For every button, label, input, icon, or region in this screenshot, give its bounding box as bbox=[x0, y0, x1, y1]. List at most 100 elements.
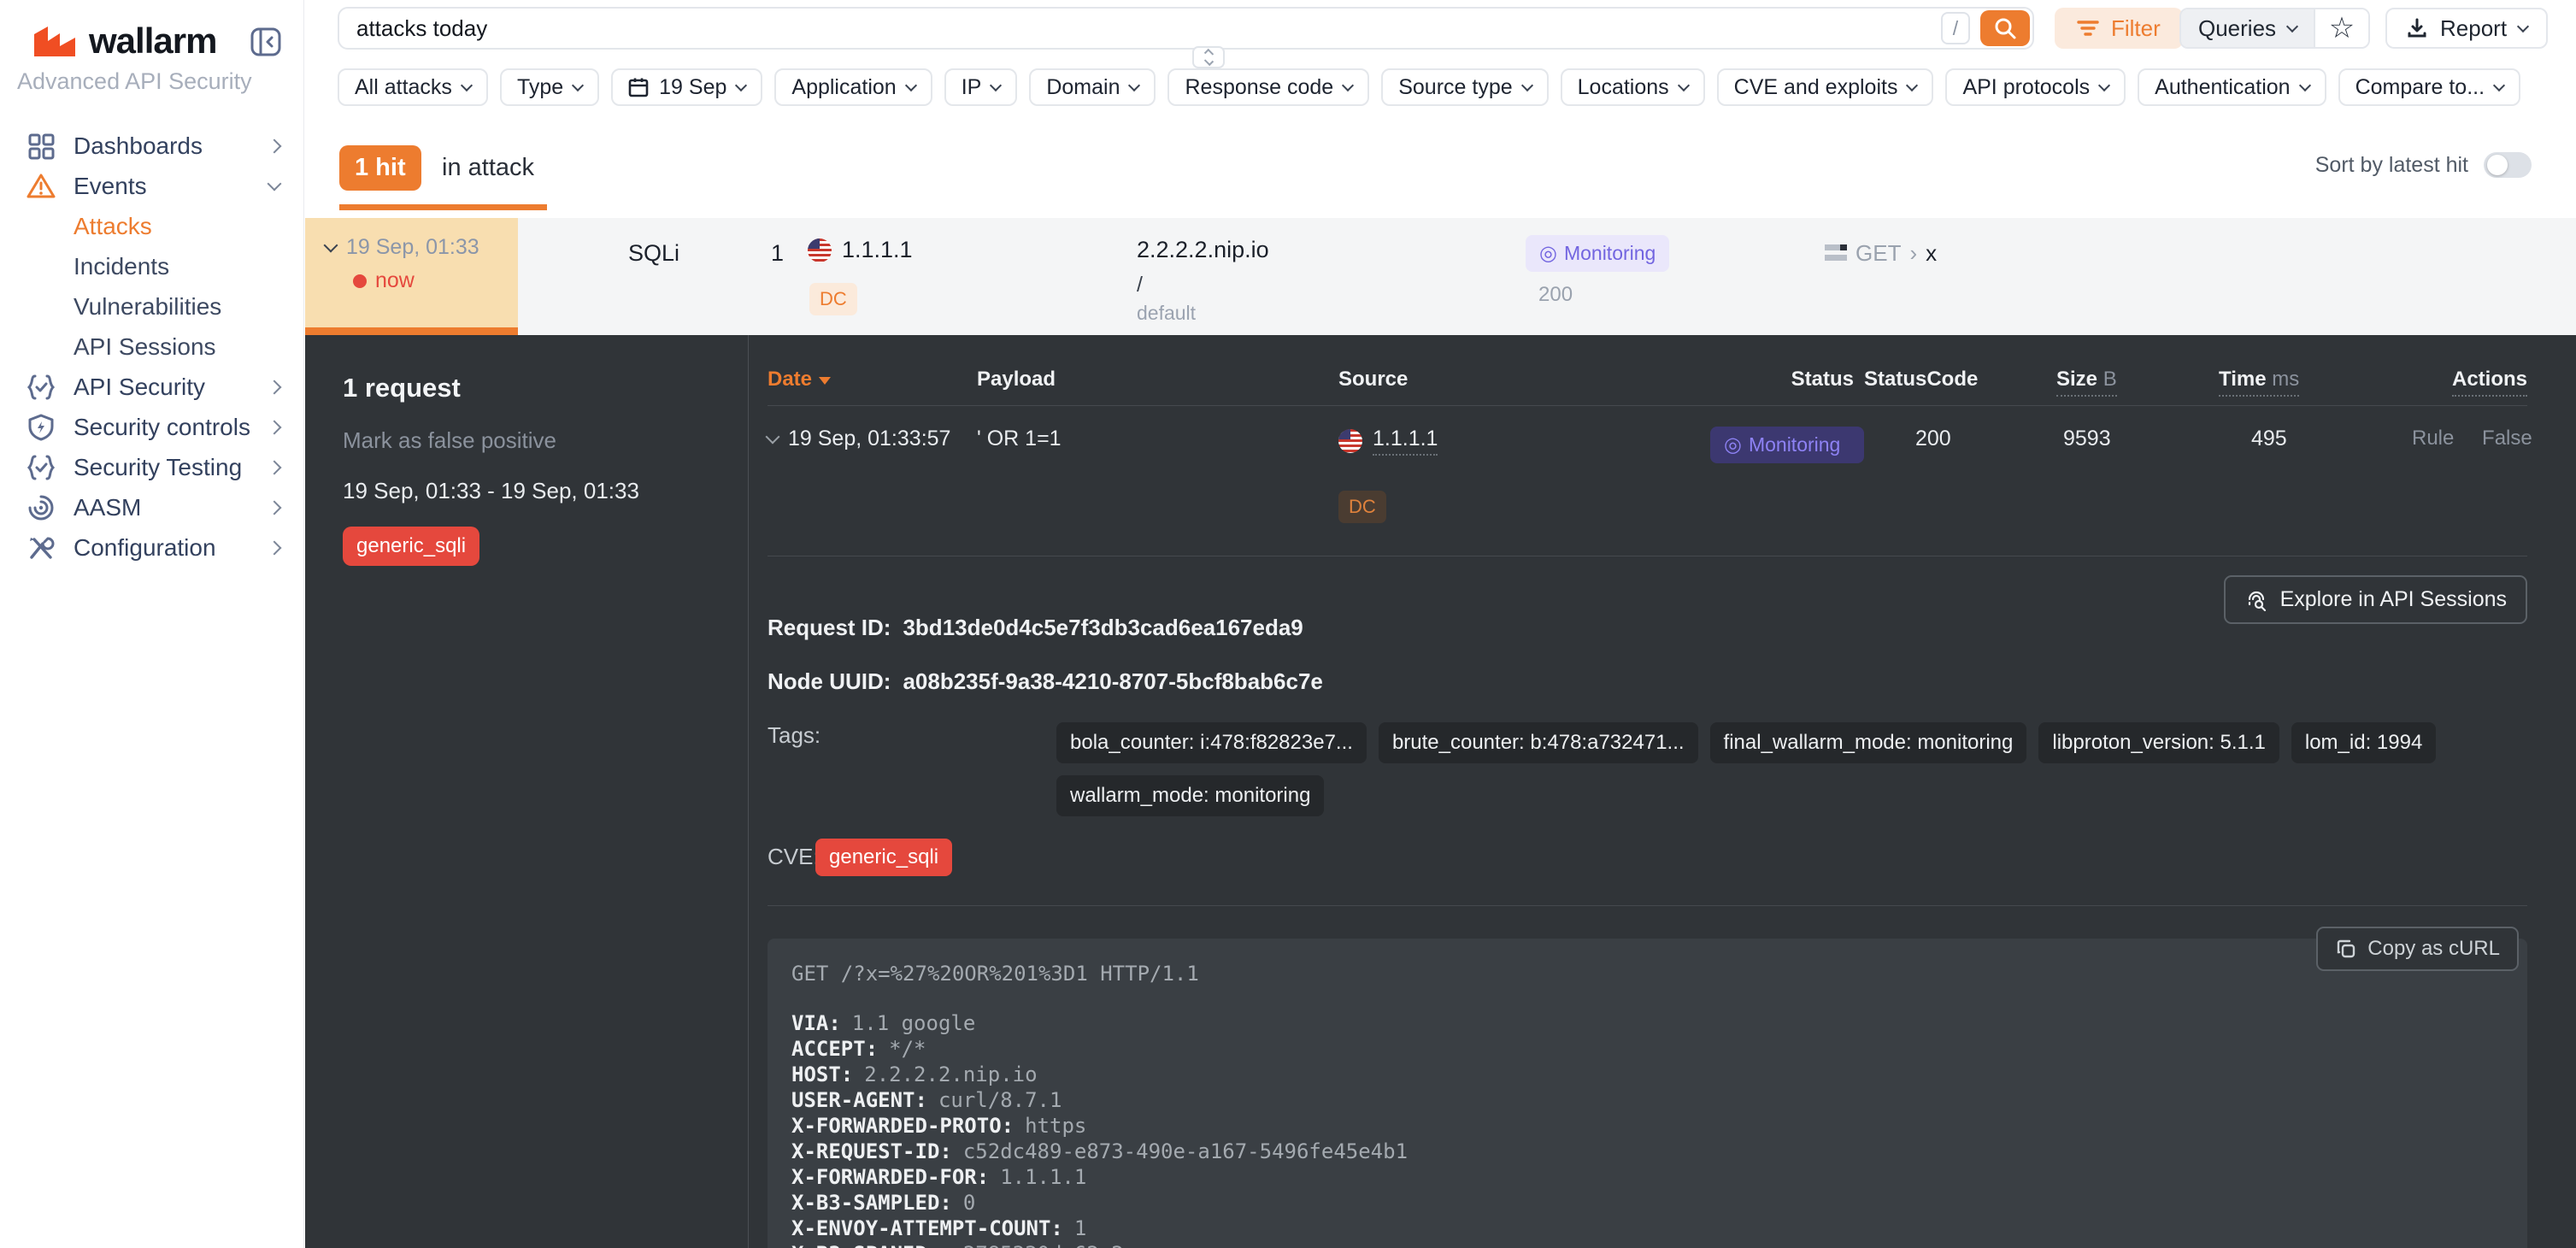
filter-chip-source-type[interactable]: Source type bbox=[1381, 68, 1548, 106]
column-actions: Actions bbox=[2390, 368, 2527, 391]
explore-api-sessions-button[interactable]: Explore in API Sessions bbox=[2224, 575, 2527, 624]
tags-list: bola_counter: i:478:f82823e7... brute_co… bbox=[1056, 722, 2527, 816]
meta-divider bbox=[768, 905, 2527, 906]
live-dot-icon bbox=[353, 274, 367, 288]
http-header: X-FORWARDED-FOR:1.1.1.1 bbox=[791, 1164, 2503, 1190]
filter-chip-authentication[interactable]: Authentication bbox=[2138, 68, 2326, 106]
filter-chip-ip[interactable]: IP bbox=[944, 68, 1018, 106]
search-button[interactable] bbox=[1980, 10, 2030, 46]
bullseye-icon: ◎ bbox=[1539, 244, 1557, 264]
http-header: VIA:1.1 google bbox=[791, 1010, 2503, 1036]
http-method: GET bbox=[1856, 240, 1901, 267]
download-icon bbox=[2406, 17, 2428, 39]
tags-label: Tags: bbox=[768, 722, 1056, 749]
column-size-label: Size bbox=[2056, 368, 2097, 391]
sidebar-item-aasm[interactable]: AASM bbox=[0, 487, 303, 527]
request-source-ip[interactable]: 1.1.1.1 bbox=[1373, 427, 1438, 456]
filter-chip-application[interactable]: Application bbox=[774, 68, 932, 106]
braces-check-icon bbox=[26, 452, 56, 483]
mark-false-action[interactable]: False bbox=[2482, 427, 2532, 450]
filter-chip-response-code[interactable]: Response code bbox=[1167, 68, 1369, 106]
attack-row[interactable]: 19 Sep, 01:33 now SQLi 1 1.1.1.1 DC 2.2.… bbox=[305, 218, 2576, 335]
mark-false-positive-link[interactable]: Mark as false positive bbox=[343, 427, 722, 454]
requests-table-column: Date Payload Source Status StatusCode Si… bbox=[749, 335, 2576, 1248]
sidebar-item-configuration[interactable]: Configuration bbox=[0, 527, 303, 568]
chip-label: API protocols bbox=[1962, 75, 2090, 100]
request-table-row[interactable]: 19 Sep, 01:33:57 ' OR 1=1 1.1.1.1 ◎ Moni… bbox=[768, 406, 2527, 523]
header-value: 1.1.1.1 bbox=[1000, 1165, 1086, 1189]
topbar: / Filter Queries ☆ bbox=[305, 0, 2576, 56]
sidebar-item-label: Dashboards bbox=[74, 132, 252, 160]
attack-tag-badge[interactable]: generic_sqli bbox=[343, 527, 479, 566]
cve-tag-badge[interactable]: generic_sqli bbox=[815, 839, 952, 876]
chevron-down-icon bbox=[2517, 20, 2529, 32]
attack-date-range: 19 Sep, 01:33 - 19 Sep, 01:33 bbox=[343, 478, 722, 504]
tag-chip[interactable]: final_wallarm_mode: monitoring bbox=[1710, 722, 2027, 763]
tag-chip[interactable]: libproton_version: 5.1.1 bbox=[2038, 722, 2279, 763]
sidebar-item-vulnerabilities[interactable]: Vulnerabilities bbox=[0, 286, 303, 327]
collapse-sidebar-icon[interactable] bbox=[250, 27, 281, 56]
status-label: Monitoring bbox=[1749, 433, 1840, 456]
request-id-value: 3bd13de0d4c5e7f3db3cad6ea167eda9 bbox=[903, 615, 1303, 641]
warning-triangle-icon bbox=[26, 171, 56, 202]
panel-resize-handle[interactable] bbox=[1192, 46, 1225, 68]
us-flag-icon bbox=[1338, 429, 1362, 453]
column-time: Time ms bbox=[2219, 368, 2390, 391]
filter-chip-type[interactable]: Type bbox=[500, 68, 599, 106]
filter-chip-api-protocols[interactable]: API protocols bbox=[1945, 68, 2126, 106]
sort-control: Sort by latest hit bbox=[2315, 152, 2532, 178]
filter-chip-date[interactable]: 19 Sep bbox=[611, 68, 762, 106]
attack-date: 19 Sep, 01:33 bbox=[346, 235, 479, 260]
chip-label: All attacks bbox=[355, 75, 452, 100]
filter-chip-compare-to[interactable]: Compare to... bbox=[2338, 68, 2520, 106]
http-header: USER-AGENT:curl/8.7.1 bbox=[791, 1087, 2503, 1113]
sidebar-item-events[interactable]: Events bbox=[0, 166, 303, 206]
sidebar-item-security-testing[interactable]: Security Testing bbox=[0, 447, 303, 487]
request-status-cell: ◎ Monitoring bbox=[1710, 427, 1864, 463]
sidebar-item-incidents[interactable]: Incidents bbox=[0, 246, 303, 286]
chip-label: CVE and exploits bbox=[1734, 75, 1898, 100]
separator-chevron: › bbox=[1909, 240, 1917, 267]
http-header: HOST:2.2.2.2.nip.io bbox=[791, 1062, 2503, 1087]
sort-by-latest-hit-toggle[interactable] bbox=[2484, 152, 2532, 178]
monitoring-status-badge: ◎ Monitoring bbox=[1710, 427, 1864, 463]
datacenter-badge: DC bbox=[809, 283, 857, 315]
attack-details-panel: 1 request Mark as false positive 19 Sep,… bbox=[305, 335, 2576, 1248]
sidebar-item-api-security[interactable]: API Security bbox=[0, 367, 303, 407]
tag-chip[interactable]: wallarm_mode: monitoring bbox=[1056, 775, 1324, 816]
request-date-cell[interactable]: 19 Sep, 01:33:57 bbox=[768, 427, 977, 451]
chevron-down-icon bbox=[990, 79, 1002, 91]
request-date: 19 Sep, 01:33:57 bbox=[788, 427, 950, 451]
search-input[interactable] bbox=[339, 15, 1941, 42]
sidebar-item-attacks[interactable]: Attacks bbox=[0, 206, 303, 246]
bullseye-icon: ◎ bbox=[1724, 435, 1742, 456]
datacenter-badge: DC bbox=[1338, 491, 1386, 523]
create-rule-action[interactable]: Rule bbox=[2412, 427, 2454, 450]
details-summary-column: 1 request Mark as false positive 19 Sep,… bbox=[305, 335, 749, 1248]
queries-button[interactable]: Queries bbox=[2181, 9, 2314, 47]
filter-button[interactable]: Filter bbox=[2055, 8, 2183, 49]
favorite-query-button[interactable]: ☆ bbox=[2314, 9, 2368, 47]
tag-chip[interactable]: lom_id: 1994 bbox=[2291, 722, 2436, 763]
report-button[interactable]: Report bbox=[2385, 8, 2548, 49]
tag-chip[interactable]: brute_counter: b:478:a732471... bbox=[1379, 722, 1698, 763]
filter-chip-cve-exploits[interactable]: CVE and exploits bbox=[1717, 68, 1934, 106]
chevron-down-icon bbox=[1128, 79, 1140, 91]
column-date[interactable]: Date bbox=[768, 368, 977, 391]
filter-chip-all-attacks[interactable]: All attacks bbox=[338, 68, 488, 106]
shortcut-hint: / bbox=[1941, 12, 1970, 44]
copy-as-curl-button[interactable]: Copy as cURL bbox=[2316, 927, 2519, 971]
attack-source-ip[interactable]: 1.1.1.1 bbox=[842, 237, 913, 263]
request-time: 495 bbox=[2219, 427, 2390, 451]
chevron-down-icon bbox=[2286, 20, 2298, 32]
header-name: HOST: bbox=[791, 1063, 853, 1086]
sidebar-item-dashboards[interactable]: Dashboards bbox=[0, 126, 303, 166]
tag-chip[interactable]: bola_counter: i:478:f82823e7... bbox=[1056, 722, 1367, 763]
sidebar-item-security-controls[interactable]: Security controls bbox=[0, 407, 303, 447]
sidebar-item-api-sessions[interactable]: API Sessions bbox=[0, 327, 303, 367]
filter-chip-locations[interactable]: Locations bbox=[1561, 68, 1705, 106]
sidebar-item-label: AASM bbox=[74, 494, 252, 521]
chevron-down-icon bbox=[461, 79, 473, 91]
attack-date-cell[interactable]: 19 Sep, 01:33 now bbox=[305, 218, 518, 335]
filter-chip-domain[interactable]: Domain bbox=[1029, 68, 1156, 106]
